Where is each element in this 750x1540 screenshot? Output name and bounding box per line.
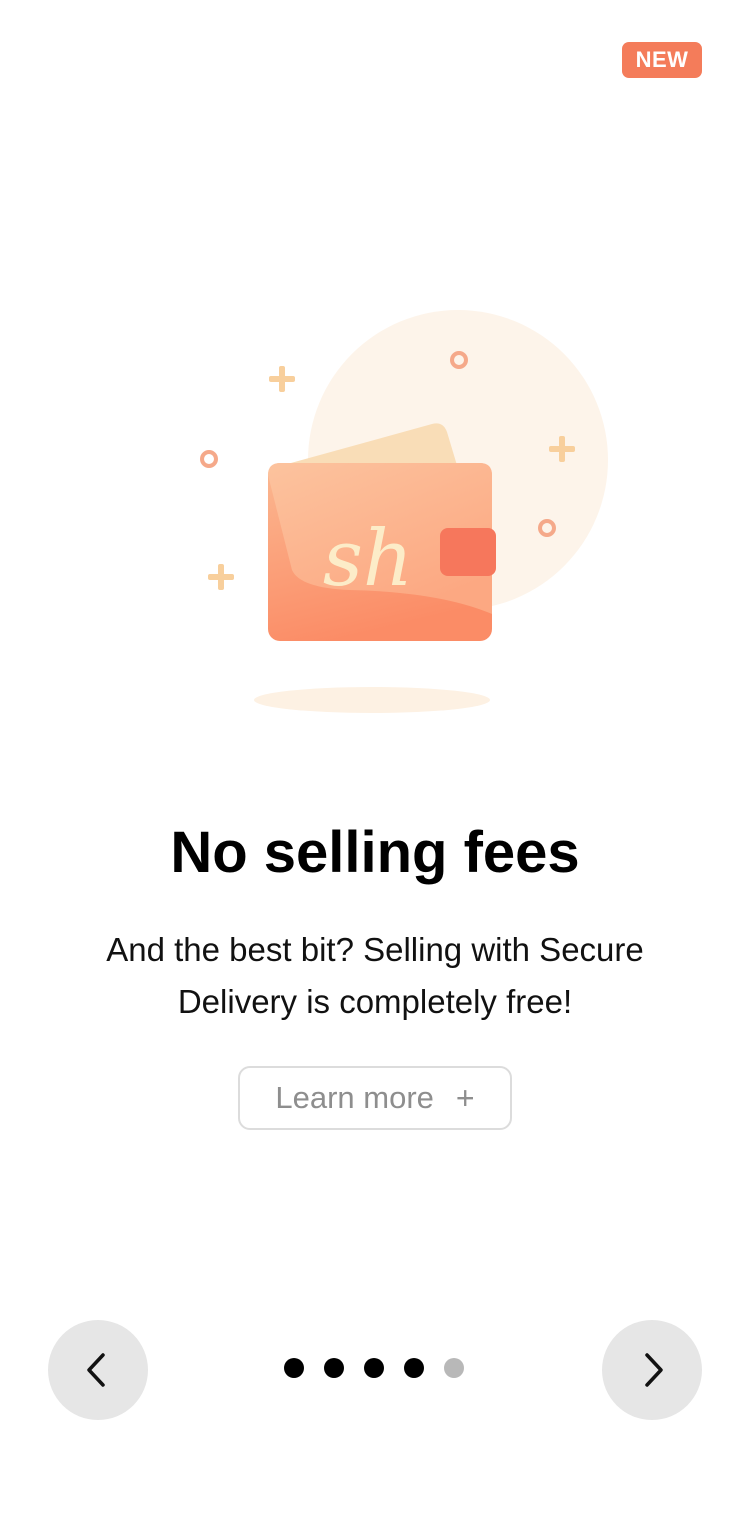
page-dot-5[interactable] [444,1358,464,1378]
page-dot-4[interactable] [404,1358,424,1378]
page-dot-1[interactable] [284,1358,304,1378]
wallet-monogram: sh [323,514,413,604]
page-indicator [284,1358,464,1382]
wallet-illustration: sh [200,310,608,713]
previous-button[interactable] [48,1320,148,1420]
learn-more-button[interactable]: Learn more + [238,1066,512,1130]
wallet-icon: sh [268,463,496,641]
chevron-left-icon [87,1353,105,1387]
wallet-shadow [254,687,490,713]
page-description: And the best bit? Selling with Secure De… [106,931,644,1020]
new-badge: NEW [622,42,702,78]
page-dot-3[interactable] [364,1358,384,1378]
page-title: No selling fees [170,820,580,885]
onboarding-screen: NEW sh No selling fees And the best bit?… [0,0,750,1540]
page-dot-2[interactable] [324,1358,344,1378]
next-button[interactable] [602,1320,702,1420]
learn-more-label: Learn more [275,1080,434,1115]
chevron-right-icon [645,1353,663,1387]
plus-icon: + [455,1080,475,1116]
